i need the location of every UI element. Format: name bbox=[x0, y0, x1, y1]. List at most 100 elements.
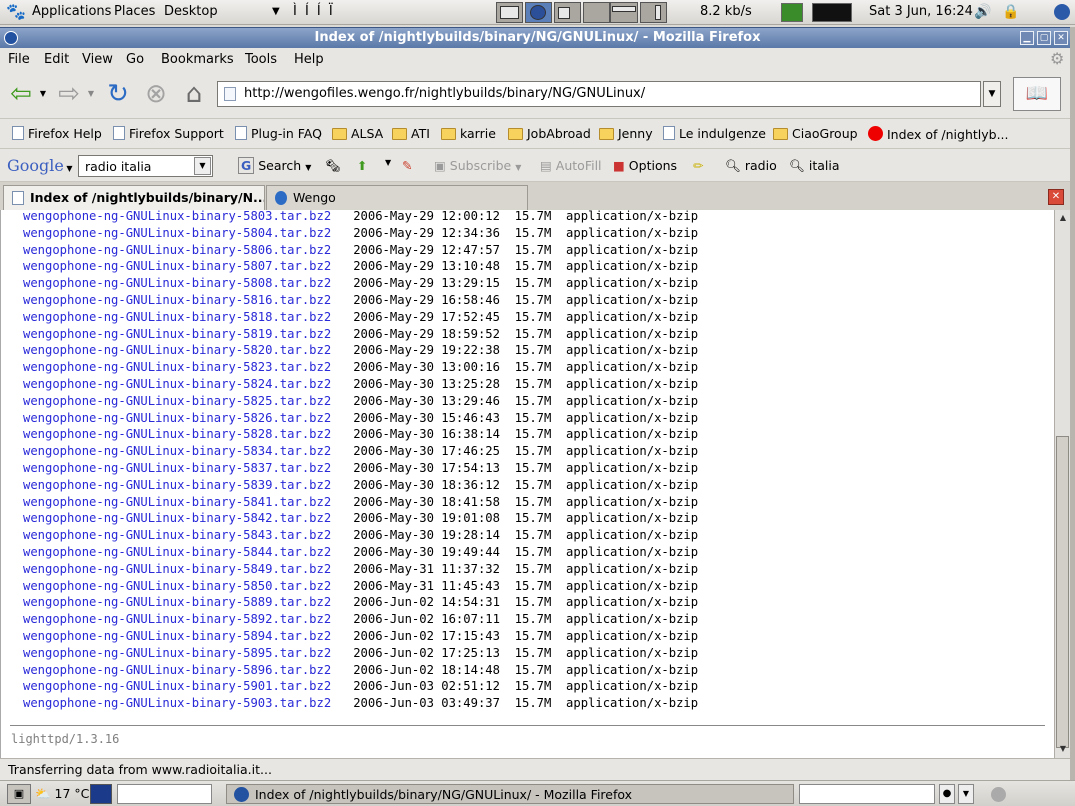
workspace-4[interactable] bbox=[583, 2, 610, 23]
system-monitor-icon[interactable] bbox=[812, 3, 852, 22]
workspace-2[interactable] bbox=[525, 2, 552, 23]
url-history-dropdown[interactable]: ▼ bbox=[983, 81, 1001, 107]
bookmark-firefox-help[interactable]: Firefox Help bbox=[12, 126, 102, 141]
places-menu[interactable]: Places bbox=[114, 4, 155, 19]
gnome-foot-icon[interactable]: 🐾 bbox=[6, 2, 26, 22]
url-bar[interactable] bbox=[217, 81, 981, 107]
battery-icon[interactable] bbox=[781, 3, 803, 22]
search-term-italia[interactable]: 🔍︎ italia bbox=[789, 158, 840, 174]
file-link[interactable]: wengophone-ng-GNULinux-binary-5844.tar.b… bbox=[23, 545, 331, 559]
menu-file[interactable]: File bbox=[8, 52, 30, 67]
close-tab-button[interactable]: ✕ bbox=[1048, 189, 1064, 205]
menu-help[interactable]: Help bbox=[294, 52, 324, 67]
bookmark-ciaogroup[interactable]: CiaoGroup bbox=[773, 126, 858, 141]
file-link[interactable]: wengophone-ng-GNULinux-binary-5892.tar.b… bbox=[23, 612, 331, 626]
google-logo-button[interactable]: Google ▼ bbox=[7, 156, 73, 175]
popup-blocker-icon[interactable]: ✎ bbox=[402, 158, 412, 173]
file-link[interactable]: wengophone-ng-GNULinux-binary-5889.tar.b… bbox=[23, 595, 331, 609]
file-link[interactable]: wengophone-ng-GNULinux-binary-5828.tar.b… bbox=[23, 427, 331, 441]
file-link[interactable]: wengophone-ng-GNULinux-binary-5818.tar.b… bbox=[23, 310, 331, 324]
bookmark-index-nightlybuilds[interactable]: Index of /nightlyb... bbox=[868, 126, 1009, 142]
taskbar-item-firefox[interactable]: Index of /nightlybuilds/binary/NG/GNULin… bbox=[226, 784, 794, 804]
chevron-down-icon[interactable]: ▼ bbox=[194, 157, 211, 175]
workspace-5[interactable] bbox=[610, 2, 638, 23]
weather-applet[interactable]: ⛅ 17 °C bbox=[35, 786, 89, 806]
file-link[interactable]: wengophone-ng-GNULinux-binary-5807.tar.b… bbox=[23, 259, 331, 273]
file-link[interactable]: wengophone-ng-GNULinux-binary-5849.tar.b… bbox=[23, 562, 331, 576]
bookmark-jobabroad[interactable]: JobAbroad bbox=[508, 126, 591, 141]
window-titlebar[interactable]: Index of /nightlybuilds/binary/NG/GNULin… bbox=[0, 27, 1075, 48]
scroll-thumb[interactable] bbox=[1056, 436, 1069, 748]
back-dropdown-icon[interactable]: ▼ bbox=[36, 79, 50, 109]
file-link[interactable]: wengophone-ng-GNULinux-binary-5819.tar.b… bbox=[23, 327, 331, 341]
file-link[interactable]: wengophone-ng-GNULinux-binary-5894.tar.b… bbox=[23, 629, 331, 643]
menu-tools[interactable]: Tools bbox=[245, 52, 277, 67]
minimize-button[interactable]: ▁ bbox=[1020, 31, 1034, 45]
autofill-button[interactable]: ▤ AutoFill bbox=[540, 158, 602, 173]
file-link[interactable]: wengophone-ng-GNULinux-binary-5824.tar.b… bbox=[23, 377, 331, 391]
vertical-scrollbar[interactable]: ▲ ▼ bbox=[1054, 210, 1070, 758]
file-link[interactable]: wengophone-ng-GNULinux-binary-5803.tar.b… bbox=[23, 210, 331, 223]
file-link[interactable]: wengophone-ng-GNULinux-binary-5820.tar.b… bbox=[23, 343, 331, 357]
chevron-down-icon[interactable]: ▼ bbox=[958, 784, 974, 804]
url-input[interactable] bbox=[244, 86, 944, 101]
bookmark-ati[interactable]: ATI bbox=[392, 126, 430, 141]
clock[interactable]: Sat 3 Jun, 16:24 bbox=[869, 4, 973, 19]
forward-button[interactable]: ⇨ bbox=[54, 79, 84, 109]
google-search-button[interactable]: G Search ▼ bbox=[238, 157, 311, 174]
bookmark-karrie[interactable]: karrie bbox=[441, 126, 496, 141]
globe-icon[interactable] bbox=[1054, 4, 1070, 20]
scroll-up-button[interactable]: ▲ bbox=[1056, 211, 1070, 225]
panel-search-input[interactable] bbox=[799, 784, 935, 804]
file-link[interactable]: wengophone-ng-GNULinux-binary-5841.tar.b… bbox=[23, 495, 331, 509]
file-link[interactable]: wengophone-ng-GNULinux-binary-5806.tar.b… bbox=[23, 243, 331, 257]
file-link[interactable]: wengophone-ng-GNULinux-binary-5804.tar.b… bbox=[23, 226, 331, 240]
search-term-radio[interactable]: 🔍︎ radio bbox=[725, 158, 777, 174]
maximize-button[interactable]: ▢ bbox=[1037, 31, 1051, 45]
bookmark-alsa[interactable]: ALSA bbox=[332, 126, 383, 141]
tab-wengo[interactable]: Wengo bbox=[266, 185, 528, 210]
stop-button[interactable]: ⊗ bbox=[141, 79, 171, 109]
desktop-menu[interactable]: Desktop bbox=[164, 4, 218, 19]
lock-icon[interactable]: 🔒 bbox=[1002, 4, 1019, 20]
home-button[interactable]: ⌂ bbox=[179, 79, 209, 109]
google-search-input[interactable] bbox=[85, 159, 190, 174]
close-window-button[interactable]: ✕ bbox=[1054, 31, 1068, 45]
firefox-icon[interactable] bbox=[4, 31, 18, 45]
chevron-down-icon[interactable]: ▼ bbox=[272, 6, 280, 17]
file-link[interactable]: wengophone-ng-GNULinux-binary-5842.tar.b… bbox=[23, 511, 331, 525]
bullet-icon[interactable]: ● bbox=[939, 784, 955, 804]
bookmark-plugin-faq[interactable]: Plug-in FAQ bbox=[235, 126, 322, 141]
workspace-1[interactable] bbox=[496, 2, 523, 23]
file-link[interactable]: wengophone-ng-GNULinux-binary-5843.tar.b… bbox=[23, 528, 331, 542]
bookmark-le-indulgenze[interactable]: Le indulgenze bbox=[663, 126, 766, 141]
menu-edit[interactable]: Edit bbox=[44, 52, 69, 67]
file-link[interactable]: wengophone-ng-GNULinux-binary-5850.tar.b… bbox=[23, 579, 331, 593]
subscribe-button[interactable]: ▣ Subscribe ▼ bbox=[434, 158, 521, 173]
file-link[interactable]: wengophone-ng-GNULinux-binary-5895.tar.b… bbox=[23, 646, 331, 660]
file-link[interactable]: wengophone-ng-GNULinux-binary-5808.tar.b… bbox=[23, 276, 331, 290]
trash-icon[interactable] bbox=[991, 787, 1006, 802]
highlighter-icon[interactable]: ✏ bbox=[693, 158, 703, 173]
workspace-3[interactable] bbox=[554, 2, 581, 23]
menu-view[interactable]: View bbox=[82, 52, 113, 67]
google-search-field[interactable]: ▼ bbox=[78, 155, 213, 177]
volume-icon[interactable]: 🔊 bbox=[974, 4, 991, 20]
file-link[interactable]: wengophone-ng-GNULinux-binary-5816.tar.b… bbox=[23, 293, 331, 307]
scroll-down-button[interactable]: ▼ bbox=[1056, 742, 1070, 756]
launcher-icon[interactable] bbox=[90, 784, 112, 804]
chevron-down-icon[interactable]: ▼ bbox=[385, 158, 391, 167]
bookmark-jenny[interactable]: Jenny bbox=[599, 126, 653, 141]
file-link[interactable]: wengophone-ng-GNULinux-binary-5837.tar.b… bbox=[23, 461, 331, 475]
file-link[interactable]: wengophone-ng-GNULinux-binary-5896.tar.b… bbox=[23, 663, 331, 677]
news-icon[interactable]: 🗞 bbox=[325, 158, 341, 174]
file-link[interactable]: wengophone-ng-GNULinux-binary-5825.tar.b… bbox=[23, 394, 331, 408]
file-link[interactable]: wengophone-ng-GNULinux-binary-5823.tar.b… bbox=[23, 360, 331, 374]
back-button[interactable]: ⇦ bbox=[6, 79, 36, 109]
applications-menu[interactable]: Applications bbox=[32, 4, 111, 19]
options-button[interactable]: ■ Options bbox=[613, 158, 677, 173]
menu-bookmarks[interactable]: Bookmarks bbox=[161, 52, 234, 67]
file-link[interactable]: wengophone-ng-GNULinux-binary-5903.tar.b… bbox=[23, 696, 331, 710]
workspace-6[interactable] bbox=[640, 2, 667, 23]
tab-index-nightlybuilds[interactable]: Index of /nightlybuilds/binary/N... bbox=[3, 185, 265, 210]
